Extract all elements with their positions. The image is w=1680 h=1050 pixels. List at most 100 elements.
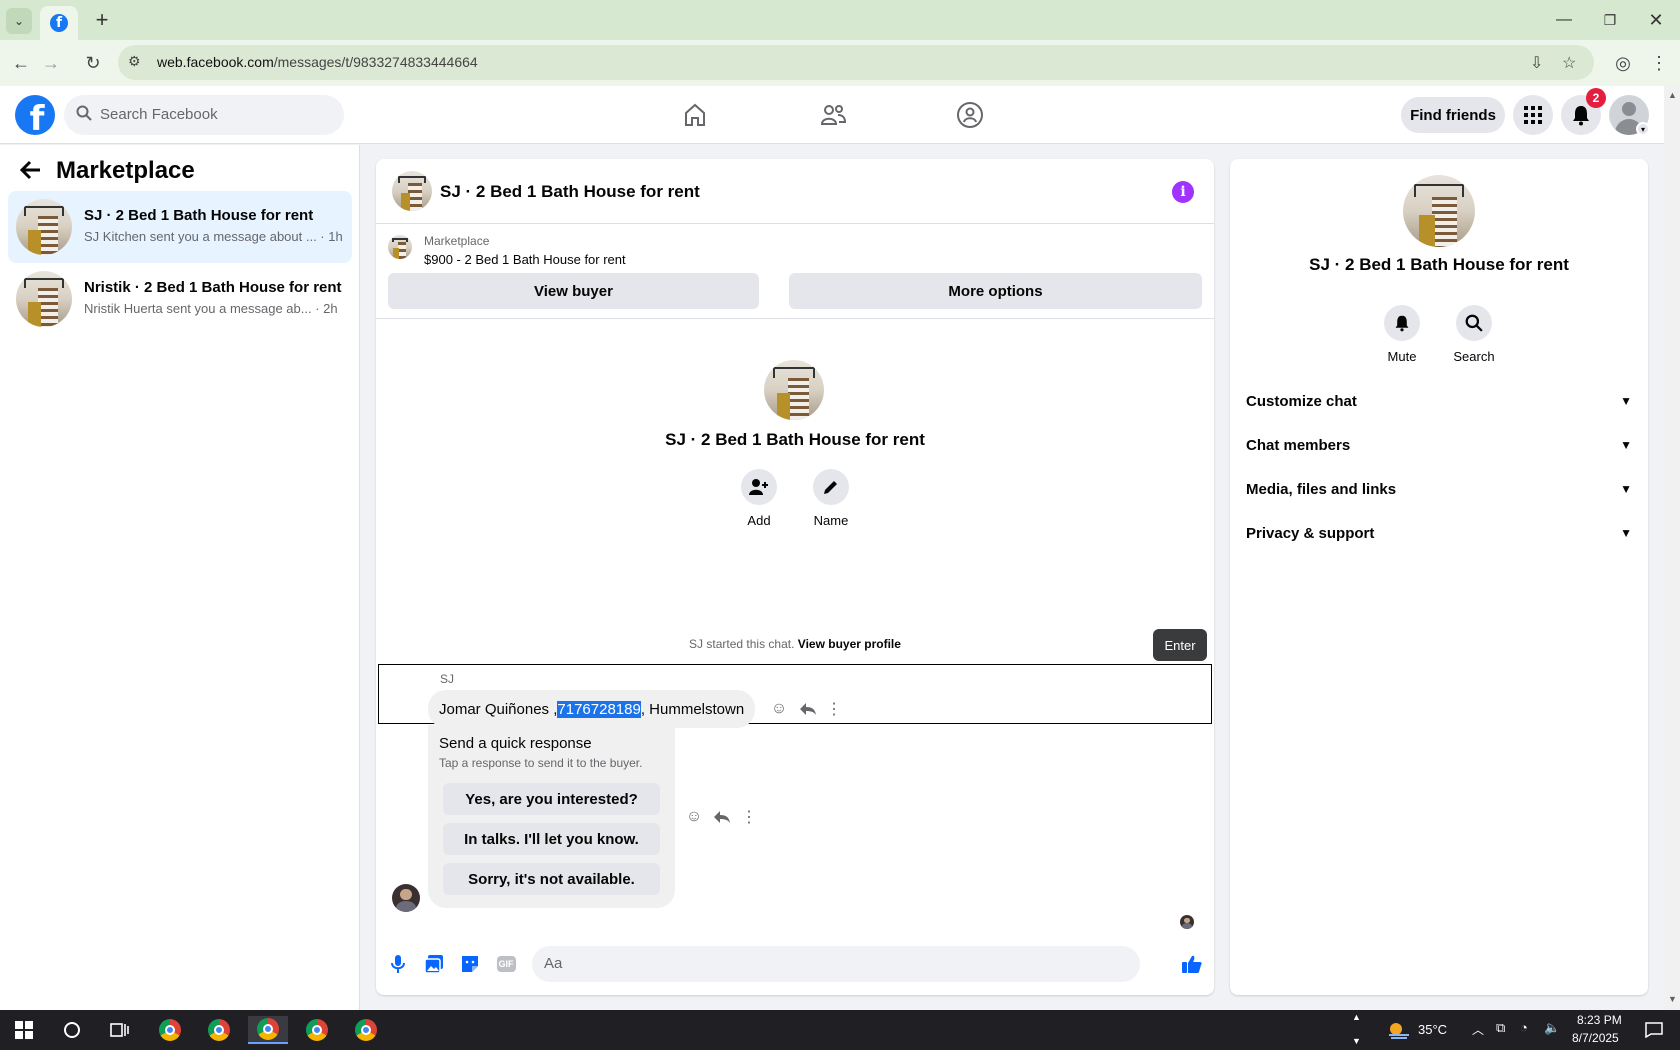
- home-icon[interactable]: [678, 98, 712, 132]
- mute-button[interactable]: Mute: [1372, 305, 1432, 364]
- more-actions-icon[interactable]: ⋮: [738, 806, 760, 828]
- chat-thumbnail[interactable]: [392, 171, 432, 211]
- forward-arrow-icon[interactable]: →: [38, 50, 64, 76]
- customize-chat-section[interactable]: Customize chat ▼: [1246, 381, 1632, 421]
- details-title: SJ · 2 Bed 1 Bath House for rent: [1309, 255, 1569, 274]
- new-tab-button[interactable]: +: [90, 7, 114, 32]
- browser-toolbar: ← → ↻ ⚙ web.facebook.com/messages/t/9833…: [0, 40, 1680, 86]
- message-bubble[interactable]: Jomar Quiñones , 7176728189 , Hummelstow…: [428, 690, 756, 728]
- name-chat-button[interactable]: Name: [801, 469, 861, 528]
- listing-title[interactable]: $900 - 2 Bed 1 Bath House for rent: [424, 252, 626, 267]
- taskbar-scroll-up-icon[interactable]: ▲: [1352, 1012, 1361, 1022]
- reply-icon[interactable]: [711, 806, 733, 828]
- back-arrow-icon[interactable]: [19, 159, 42, 187]
- photo-icon[interactable]: [422, 952, 446, 976]
- selected-phone-number[interactable]: 7176728189: [557, 700, 641, 718]
- close-window-icon[interactable]: ✕: [1636, 6, 1676, 34]
- microphone-icon[interactable]: [386, 952, 410, 976]
- scroll-down-icon[interactable]: ▼: [1668, 994, 1677, 1004]
- page-scrollbar[interactable]: ▲ ▼: [1664, 86, 1680, 1010]
- quick-response-option[interactable]: Yes, are you interested?: [443, 783, 660, 815]
- browser-menu-icon[interactable]: ⋮: [1646, 50, 1672, 76]
- windows-start-icon[interactable]: [4, 1016, 44, 1044]
- reply-icon[interactable]: [797, 698, 819, 720]
- view-buyer-profile-link[interactable]: View buyer profile: [798, 637, 901, 651]
- profile-icon[interactable]: ◎: [1610, 50, 1636, 76]
- chat-header: SJ · 2 Bed 1 Bath House for rent i: [376, 159, 1214, 224]
- react-emoji-icon[interactable]: ☺: [768, 698, 790, 720]
- listing-thumbnail: [388, 235, 412, 259]
- address-bar[interactable]: ⚙ web.facebook.com/messages/t/9833274833…: [118, 45, 1594, 80]
- groups-icon[interactable]: [953, 98, 987, 132]
- clock-date[interactable]: 8/7/2025: [1572, 1031, 1619, 1045]
- find-friends-button[interactable]: Find friends: [1401, 97, 1505, 133]
- conversation-info-icon[interactable]: i: [1172, 181, 1194, 203]
- read-receipt-avatar: [1180, 915, 1194, 929]
- notification-center-icon[interactable]: [1634, 1016, 1674, 1044]
- conversation-preview: SJ Kitchen sent you a message about ... …: [84, 229, 343, 244]
- quick-response-option[interactable]: In talks. I'll let you know.: [443, 823, 660, 855]
- chrome-icon[interactable]: [248, 1016, 288, 1044]
- browser-tab-bar: ⌄ f + — ❐ ✕: [0, 0, 1680, 40]
- gif-icon[interactable]: GIF: [494, 952, 518, 976]
- clock-time[interactable]: 8:23 PM: [1577, 1013, 1622, 1027]
- search-icon: [1456, 305, 1492, 341]
- taskbar-scroll-down-icon[interactable]: ▼: [1352, 1036, 1361, 1046]
- scroll-up-icon[interactable]: ▲: [1668, 90, 1677, 100]
- meet-now-icon[interactable]: ⧉: [1496, 1020, 1505, 1036]
- search-facebook-input[interactable]: Search Facebook: [64, 95, 344, 135]
- tab-facebook[interactable]: f: [40, 6, 78, 40]
- restore-icon[interactable]: ❐: [1590, 6, 1630, 34]
- listing-thumbnail: [16, 271, 72, 327]
- show-hidden-icons-chevron-icon[interactable]: ︿: [1472, 1021, 1484, 1038]
- site-info-icon[interactable]: ⚙: [128, 53, 141, 70]
- search-in-conversation-button[interactable]: Search: [1444, 305, 1504, 364]
- chat-profile-photo: [764, 360, 824, 420]
- more-actions-icon[interactable]: ⋮: [823, 698, 845, 720]
- task-view-icon[interactable]: [100, 1016, 140, 1044]
- menu-grid-icon[interactable]: [1513, 95, 1553, 135]
- chat-started-notice: SJ started this chat. View buyer profile: [689, 637, 901, 651]
- conversation-item[interactable]: SJ · 2 Bed 1 Bath House for rent SJ Kitc…: [8, 191, 352, 263]
- chrome-icon[interactable]: [346, 1016, 386, 1044]
- chrome-icon[interactable]: [150, 1016, 190, 1044]
- more-options-button[interactable]: More options: [789, 273, 1202, 309]
- chat-members-section[interactable]: Chat members ▼: [1246, 425, 1632, 465]
- minimize-icon[interactable]: —: [1544, 6, 1584, 34]
- thumbs-up-icon[interactable]: [1180, 952, 1204, 976]
- chrome-icon[interactable]: [297, 1016, 337, 1044]
- volume-icon[interactable]: 🔈: [1544, 1020, 1560, 1036]
- message-sender: SJ: [440, 672, 455, 686]
- conversation-name: Nristik · 2 Bed 1 Bath House for rent: [84, 279, 342, 296]
- conversation-item[interactable]: Nristik · 2 Bed 1 Bath House for rent Nr…: [8, 263, 352, 335]
- privacy-support-section[interactable]: Privacy & support ▼: [1246, 513, 1632, 553]
- sticker-icon[interactable]: [458, 952, 482, 976]
- bookmark-star-icon[interactable]: ☆: [1562, 53, 1576, 73]
- account-chevron-icon[interactable]: ▾: [1636, 122, 1650, 136]
- install-app-icon[interactable]: ⇩: [1530, 53, 1543, 73]
- react-emoji-icon[interactable]: ☺: [683, 806, 705, 828]
- add-people-button[interactable]: Add: [729, 469, 789, 528]
- friends-icon[interactable]: [816, 98, 850, 132]
- chevron-down-icon: ▼: [1620, 482, 1632, 496]
- weather-icon[interactable]: [1378, 1016, 1418, 1044]
- url-text[interactable]: web.facebook.com/messages/t/983327483344…: [157, 54, 478, 70]
- facebook-favicon-icon: f: [50, 14, 68, 32]
- reload-icon[interactable]: ↻: [80, 50, 106, 76]
- wifi-icon[interactable]: ◔: [1520, 1020, 1528, 1035]
- facebook-logo-icon[interactable]: f: [15, 95, 55, 135]
- quick-response-option[interactable]: Sorry, it's not available.: [443, 863, 660, 895]
- chevron-down-icon: ▼: [1620, 438, 1632, 452]
- chat-profile-title: SJ · 2 Bed 1 Bath House for rent: [665, 430, 925, 449]
- tab-search-chevron-icon[interactable]: ⌄: [6, 8, 32, 34]
- media-files-links-section[interactable]: Media, files and links ▼: [1246, 469, 1632, 509]
- temperature[interactable]: 35°C: [1418, 1022, 1447, 1037]
- chrome-icon[interactable]: [199, 1016, 239, 1044]
- add-person-icon: [741, 469, 777, 505]
- view-buyer-button[interactable]: View buyer: [388, 273, 759, 309]
- chat-title[interactable]: SJ · 2 Bed 1 Bath House for rent: [440, 182, 700, 202]
- message-input[interactable]: Aa: [532, 946, 1140, 982]
- back-arrow-icon[interactable]: ←: [8, 50, 34, 76]
- search-circle-icon[interactable]: [52, 1016, 92, 1044]
- sender-avatar[interactable]: [392, 884, 420, 912]
